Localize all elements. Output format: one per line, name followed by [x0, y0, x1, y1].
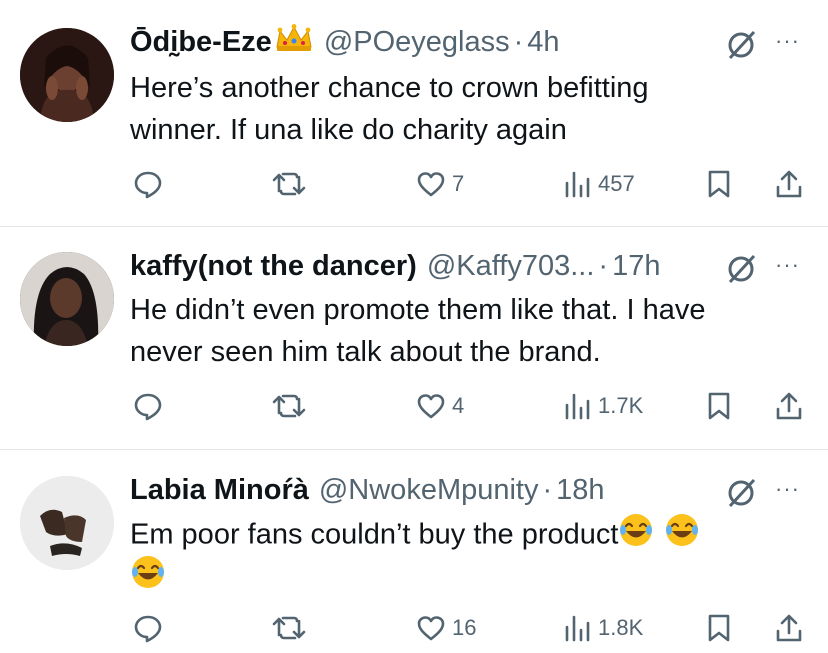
tweet-1[interactable]: Ōdḭbe-Eze @POeyeglass · 4h ··· Here’s an… — [0, 22, 828, 222]
tweet-header: Ōdḭbe-Eze @POeyeglass · 4h — [130, 22, 560, 62]
repost-button[interactable] — [272, 608, 306, 648]
timestamp[interactable]: 4h — [527, 26, 559, 59]
views-button[interactable]: 1.8K — [562, 608, 643, 648]
more-options-icon[interactable]: ··· — [775, 252, 809, 280]
views-icon — [565, 393, 590, 420]
view-count: 457 — [598, 171, 635, 196]
like-button[interactable]: 4 — [416, 386, 464, 426]
separator-dot: · — [542, 473, 553, 506]
display-name[interactable]: kaffy(not the dancer) — [130, 250, 417, 283]
divider — [0, 449, 828, 450]
tweet-text-line-2: never seen him talk about the brand. — [130, 336, 601, 368]
avatar[interactable] — [20, 252, 114, 346]
crown-emoji — [274, 23, 314, 61]
reply-icon — [134, 615, 162, 643]
like-button[interactable]: 7 — [416, 164, 464, 204]
tweet-2[interactable]: kaffy(not the dancer) @Kaffy703... · 17h… — [0, 246, 828, 446]
views-icon — [565, 615, 590, 642]
views-button[interactable]: 457 — [562, 164, 635, 204]
bookmark-icon — [708, 392, 730, 420]
tweet-3[interactable]: Labia Minoŕà @NwokeMpunity · 18h ··· Em … — [0, 470, 828, 653]
more-options-icon[interactable]: ··· — [775, 28, 809, 56]
like-count: 4 — [452, 393, 465, 418]
reply-button[interactable] — [133, 608, 163, 648]
user-handle[interactable]: @Kaffy703... — [427, 250, 595, 283]
like-button[interactable]: 16 — [416, 608, 476, 648]
user-handle[interactable]: @POeyeglass — [324, 26, 510, 59]
bookmark-button[interactable] — [704, 164, 734, 204]
tweet-text-line-1: He didn’t even promote them like that. I… — [130, 294, 706, 326]
like-count: 16 — [452, 615, 477, 640]
laughing-emoji-icon — [664, 512, 700, 560]
separator-dot: · — [598, 249, 609, 282]
reply-icon — [134, 393, 162, 421]
share-icon — [776, 392, 802, 420]
timestamp[interactable]: 17h — [612, 250, 660, 283]
bookmark-button[interactable] — [704, 608, 734, 648]
views-icon — [565, 171, 590, 198]
bookmark-icon — [708, 614, 730, 642]
tweet-text: Em poor fans couldn’t buy the product — [130, 518, 619, 551]
user-handle[interactable]: @NwokeMpunity — [319, 474, 539, 507]
avatar[interactable] — [20, 476, 114, 570]
tweet-text-line-2 — [130, 554, 166, 602]
display-name[interactable]: Ōdḭbe-Eze — [130, 26, 272, 59]
separator-dot: · — [513, 25, 524, 58]
tweet-text-line-1: Em poor fans couldn’t buy the product — [130, 512, 700, 560]
share-button[interactable] — [774, 386, 804, 426]
tweet-actions: 7 457 — [0, 164, 828, 204]
share-icon — [776, 614, 802, 642]
view-count: 1.8K — [598, 615, 644, 640]
repost-button[interactable] — [272, 386, 306, 426]
reply-button[interactable] — [133, 164, 163, 204]
repost-icon — [272, 616, 306, 640]
bookmark-button[interactable] — [704, 386, 734, 426]
repost-button[interactable] — [272, 164, 306, 204]
heart-icon — [417, 616, 445, 641]
heart-icon — [417, 394, 445, 419]
tweet-text-line-1: Here’s another chance to crown befitting — [130, 72, 649, 104]
like-count: 7 — [452, 171, 465, 196]
heart-icon — [417, 172, 445, 197]
tweet-actions: 4 1.7K — [0, 386, 828, 426]
views-button[interactable]: 1.7K — [562, 386, 643, 426]
avatar[interactable] — [20, 28, 114, 122]
view-count: 1.7K — [598, 393, 644, 418]
share-icon — [776, 170, 802, 198]
tweet-header: Labia Minoŕà @NwokeMpunity · 18h — [130, 470, 605, 510]
reply-icon — [134, 171, 162, 199]
bookmark-icon — [708, 170, 730, 198]
grok-icon[interactable] — [724, 476, 758, 510]
repost-icon — [272, 172, 306, 196]
share-button[interactable] — [774, 164, 804, 204]
timestamp[interactable]: 18h — [556, 474, 604, 507]
repost-icon — [272, 394, 306, 418]
tweet-actions: 16 1.8K — [0, 608, 828, 648]
more-options-icon[interactable]: ··· — [775, 476, 809, 504]
reply-button[interactable] — [133, 386, 163, 426]
share-button[interactable] — [774, 608, 804, 648]
grok-icon[interactable] — [724, 252, 758, 286]
laughing-emoji-icon — [618, 512, 654, 560]
display-name[interactable]: Labia Minoŕà — [130, 474, 309, 507]
divider — [0, 226, 828, 227]
laughing-emoji-icon — [130, 554, 166, 602]
tweet-text-line-2: winner. If una like do charity again — [130, 114, 567, 146]
tweet-header: kaffy(not the dancer) @Kaffy703... · 17h — [130, 246, 660, 286]
grok-icon[interactable] — [724, 28, 758, 62]
